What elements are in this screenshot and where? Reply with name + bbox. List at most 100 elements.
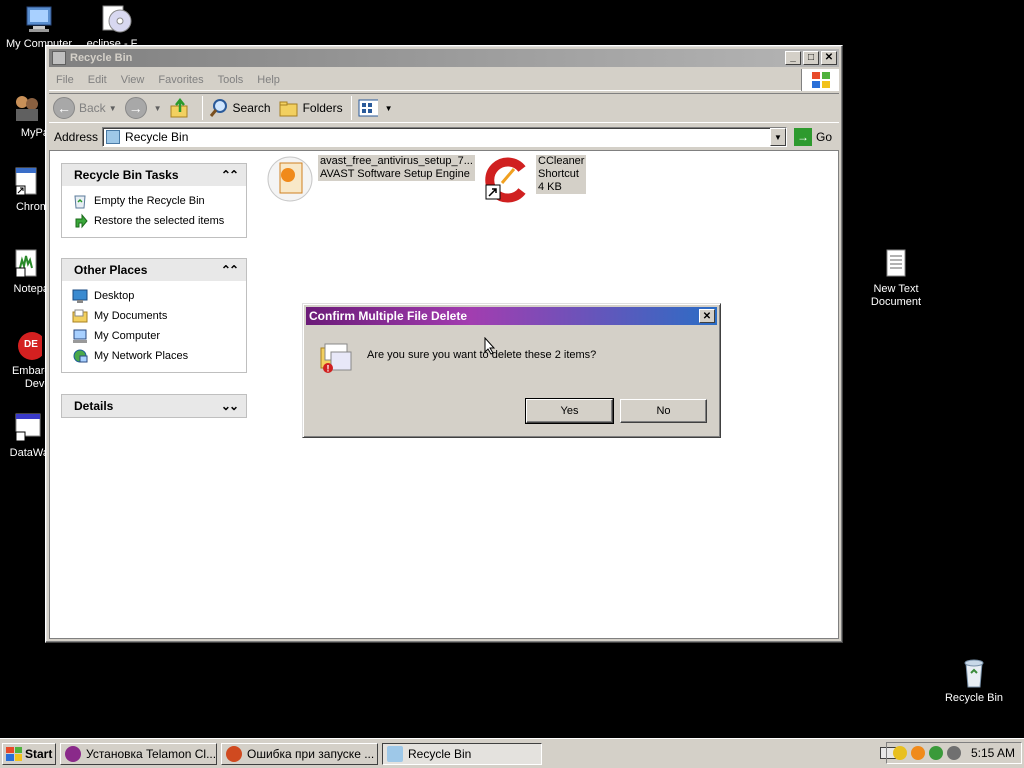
taskbar-button-telamon[interactable]: Установка Telamon Cl... (60, 742, 217, 765)
folder-icon (72, 309, 88, 323)
chevron-down-icon[interactable]: ▼ (109, 104, 117, 113)
mouse-cursor-icon (484, 337, 496, 355)
recycle-bin-tasks-panel: Recycle Bin Tasks ⌃⌃ Empty the Recycle B… (61, 163, 247, 238)
chevron-down-icon[interactable]: ▼ (385, 104, 393, 113)
minimize-button[interactable]: _ (785, 51, 801, 65)
place-label: My Network Places (94, 350, 189, 362)
place-desktop-link[interactable]: Desktop (72, 286, 236, 306)
network-tray-icon[interactable] (928, 746, 943, 760)
collapse-chevron-icon[interactable]: ⌃⌃ (221, 263, 239, 277)
taskbar-button-error[interactable]: Ошибка при запуске ... (221, 742, 378, 765)
collapse-chevron-icon[interactable]: ⌃⌃ (221, 168, 239, 182)
shield-icon[interactable] (892, 746, 907, 760)
place-label: Desktop (94, 290, 135, 302)
menu-view[interactable]: View (114, 74, 152, 86)
taskbar-button-recycle-bin[interactable]: Recycle Bin (382, 742, 542, 765)
desktop-icon-recycle-bin[interactable]: Recycle Bin (934, 657, 1014, 705)
avast-installer-icon (266, 155, 314, 203)
shortcut-icon (10, 166, 42, 198)
confirm-delete-dialog: Confirm Multiple File Delete ✕ ! Are you… (302, 303, 721, 438)
back-button[interactable]: ← Back ▼ (53, 97, 117, 119)
up-folder-icon (170, 98, 188, 118)
panel-header[interactable]: Other Places ⌃⌃ (62, 259, 246, 281)
search-button[interactable]: Search (209, 98, 271, 118)
restore-selected-items-link[interactable]: Restore the selected items (72, 211, 236, 231)
panel-title: Details (74, 399, 114, 413)
notepad-icon (10, 248, 42, 280)
start-button[interactable]: Start (2, 742, 56, 765)
file-description: AVAST Software Setup Engine (320, 168, 470, 180)
address-label: Address (54, 130, 99, 144)
menu-favorites[interactable]: Favorites (151, 74, 210, 86)
task-label: Restore the selected items (94, 215, 225, 227)
app-icon (65, 745, 81, 762)
people-icon (10, 92, 42, 124)
close-button[interactable]: ✕ (821, 51, 837, 65)
yes-button[interactable]: Yes (525, 398, 614, 424)
place-label: My Computer (94, 330, 161, 342)
taskbar: Start Установка Telamon Cl... Ошибка при… (0, 738, 1024, 768)
clock[interactable]: 5:15 AM (971, 746, 1015, 760)
dialog-titlebar[interactable]: Confirm Multiple File Delete ✕ (306, 307, 717, 325)
no-button[interactable]: No (620, 399, 707, 423)
forward-button[interactable]: → ▼ (124, 97, 162, 119)
expand-chevron-icon[interactable]: ⌄⌄ (221, 399, 239, 413)
svg-text:!: ! (327, 364, 330, 374)
back-arrow-icon: ← (53, 97, 75, 119)
text-document-icon (880, 248, 912, 280)
chevron-down-icon[interactable]: ▼ (154, 104, 162, 113)
network-globe-icon (73, 349, 88, 363)
file-type: Shortcut (538, 168, 579, 180)
recycle-bin-small-icon (106, 130, 121, 144)
dialog-close-button[interactable]: ✕ (699, 309, 715, 323)
standard-toolbar: ← Back ▼ → ▼ Search Folders ▼ (49, 93, 839, 123)
cd-icon (100, 3, 132, 35)
window-titlebar[interactable]: Recycle Bin _ □ ✕ (49, 49, 839, 67)
restore-arrow-icon (75, 213, 88, 229)
recycle-bin-small-icon (387, 745, 403, 762)
menu-file[interactable]: File (49, 74, 81, 86)
folders-label: Folders (302, 101, 343, 115)
task-label: Установка Telamon Cl... (86, 746, 217, 761)
file-item-ccleaner[interactable]: CCleaner Shortcut 4 KB (484, 155, 587, 203)
place-my-computer-link[interactable]: My Computer (72, 326, 236, 346)
views-button[interactable]: ▼ (358, 98, 393, 118)
recycle-bin-icon (958, 657, 990, 689)
menu-help[interactable]: Help (250, 74, 287, 86)
file-size: 4 KB (538, 181, 562, 193)
go-arrow-icon: → (793, 128, 812, 146)
desktop-icon-new-text-document[interactable]: New Text Document (856, 248, 936, 309)
toolbar-separator (350, 96, 352, 120)
recycle-bin-small-icon (52, 51, 66, 65)
menu-edit[interactable]: Edit (81, 74, 114, 86)
go-label: Go (815, 130, 832, 144)
menu-tools[interactable]: Tools (211, 74, 251, 86)
maximize-button[interactable]: □ (803, 51, 819, 65)
file-name: avast_free_antivirus_setup_7... (320, 155, 473, 167)
windows-logo-icon (6, 746, 22, 761)
my-computer-icon (23, 3, 55, 35)
folders-button[interactable]: Folders (279, 98, 343, 118)
panel-header[interactable]: Recycle Bin Tasks ⌃⌃ (62, 164, 246, 186)
window-title: Recycle Bin (70, 52, 133, 64)
place-my-network-places-link[interactable]: My Network Places (72, 346, 236, 366)
dev-icon: DE (10, 330, 46, 362)
desktop-icon-label-2: Document (870, 296, 922, 308)
desktop-icon-eclipse[interactable]: eclipse - F... (76, 3, 156, 51)
go-button[interactable]: → Go (787, 128, 839, 146)
place-label: My Documents (94, 310, 168, 322)
desktop-icon-my-computer[interactable]: My Computer (0, 3, 79, 51)
folders-icon (279, 101, 298, 117)
address-dropdown-button[interactable]: ▼ (770, 128, 786, 146)
empty-recycle-bin-link[interactable]: Empty the Recycle Bin (72, 191, 236, 211)
avast-tray-icon[interactable] (910, 746, 925, 760)
svg-text:DE: DE (24, 339, 38, 350)
place-my-documents-link[interactable]: My Documents (72, 306, 236, 326)
volume-icon[interactable] (946, 746, 961, 760)
address-input[interactable]: Recycle Bin ▼ (102, 127, 787, 147)
search-icon (209, 99, 227, 117)
file-item-avast[interactable]: avast_free_antivirus_setup_7... AVAST So… (266, 155, 475, 203)
up-folder-button[interactable] (170, 98, 194, 118)
task-label: Recycle Bin (408, 746, 472, 761)
panel-header[interactable]: Details ⌄⌄ (62, 395, 246, 417)
